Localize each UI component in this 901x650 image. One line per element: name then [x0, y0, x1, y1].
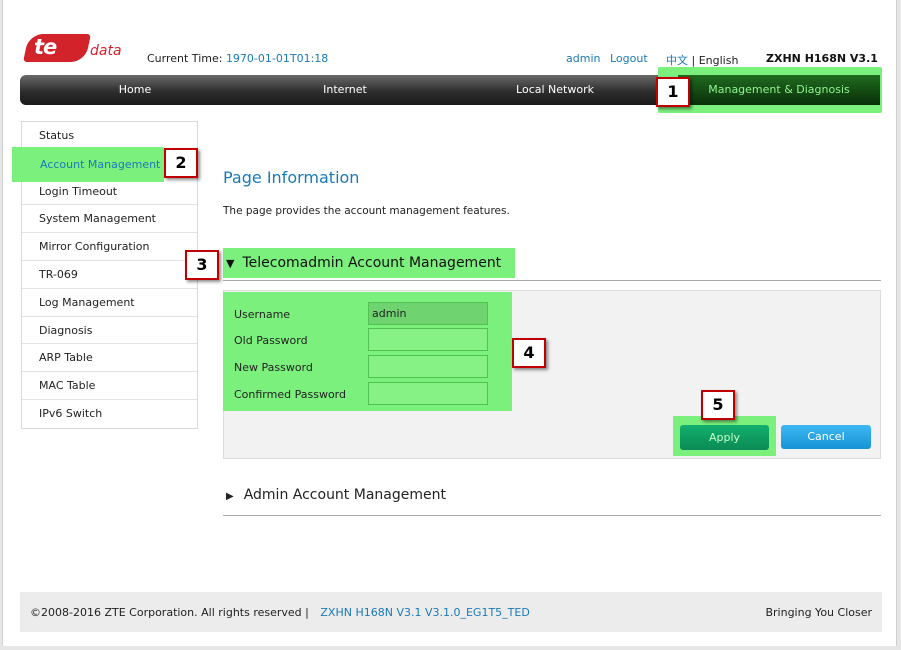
- lang-zh-link[interactable]: 中文: [666, 54, 688, 67]
- nav-internet[interactable]: Internet: [270, 75, 420, 105]
- nav-management-diagnosis[interactable]: Management & Diagnosis: [678, 75, 880, 105]
- nav-management-highlight: Management & Diagnosis: [658, 67, 882, 113]
- current-time: Current Time: 1970-01-01T01:18: [147, 52, 328, 65]
- callout-5: 5: [701, 390, 735, 420]
- triangle-right-icon: ▶: [226, 491, 234, 502]
- callout-3: 3: [185, 250, 219, 280]
- lang-separator: |: [691, 54, 696, 67]
- username-field: admin: [368, 302, 488, 325]
- sidebar-item-mac-table[interactable]: MAC Table: [22, 372, 197, 400]
- admin-section-divider: [223, 515, 881, 516]
- footer-separator: |: [305, 606, 309, 619]
- old-password-label: Old Password: [234, 334, 308, 347]
- language-switch: 中文 | English: [666, 52, 738, 68]
- old-password-field[interactable]: [368, 328, 488, 351]
- copyright-text: ©2008-2016 ZTE Corporation. All rights r…: [30, 606, 302, 619]
- sidebar-item-system-management[interactable]: System Management: [22, 205, 197, 234]
- telecom-section-title: Telecomadmin Account Management: [242, 255, 502, 271]
- sidebar-item-log-management[interactable]: Log Management: [22, 289, 197, 317]
- username-label: Username: [234, 308, 291, 321]
- main-nav: Home Internet Local Network Management &…: [20, 67, 882, 113]
- sidebar-active-account-management[interactable]: Account Management: [12, 147, 164, 182]
- confirm-password-field[interactable]: [368, 382, 488, 405]
- footer: ©2008-2016 ZTE Corporation. All rights r…: [20, 592, 882, 632]
- cancel-button[interactable]: Cancel: [781, 425, 871, 449]
- telecom-section-header[interactable]: ▼ Telecomadmin Account Management: [226, 255, 501, 271]
- sidebar-item-ipv6-switch[interactable]: IPv6 Switch: [22, 400, 197, 428]
- logo-main-text: te: [34, 35, 57, 59]
- sidebar-item-tr069[interactable]: TR-069: [22, 261, 197, 289]
- nav-local-network[interactable]: Local Network: [480, 75, 630, 105]
- section-divider: [223, 280, 881, 281]
- lang-en-link[interactable]: English: [699, 54, 739, 67]
- new-password-label: New Password: [234, 361, 313, 374]
- triangle-down-icon: ▼: [226, 257, 235, 270]
- callout-4: 4: [512, 338, 546, 368]
- sidebar-item-diagnosis[interactable]: Diagnosis: [22, 317, 197, 345]
- sidebar-item-status[interactable]: Status: [22, 122, 197, 150]
- current-time-label: Current Time:: [147, 52, 223, 65]
- footer-copyright: ©2008-2016 ZTE Corporation. All rights r…: [30, 606, 530, 619]
- page-description: The page provides the account management…: [223, 205, 510, 217]
- callout-1: 1: [656, 77, 690, 107]
- new-password-field[interactable]: [368, 355, 488, 378]
- nav-home[interactable]: Home: [60, 75, 210, 105]
- current-time-value: 1970-01-01T01:18: [225, 52, 329, 65]
- user-links: admin Logout: [566, 52, 654, 65]
- sidebar-item-mirror-configuration[interactable]: Mirror Configuration: [22, 233, 197, 261]
- page-title: Page Information: [223, 168, 360, 187]
- footer-slogan: Bringing You Closer: [765, 606, 872, 619]
- confirm-password-label: Confirmed Password: [234, 388, 346, 401]
- logo-sub-text: data: [90, 43, 122, 59]
- logout-link[interactable]: Logout: [610, 52, 648, 65]
- firmware-version: ZXHN H168N V3.1 V3.1.0_EG1T5_TED: [320, 606, 530, 619]
- user-link[interactable]: admin: [566, 52, 600, 65]
- callout-2: 2: [164, 148, 198, 178]
- admin-section-title: Admin Account Management: [243, 487, 446, 503]
- admin-section-header[interactable]: ▶ Admin Account Management: [226, 487, 446, 503]
- device-model: ZXHN H168N V3.1: [766, 52, 878, 65]
- apply-button[interactable]: Apply: [680, 425, 769, 450]
- te-data-logo: te data: [23, 34, 122, 64]
- sidebar-item-arp-table[interactable]: ARP Table: [22, 344, 197, 373]
